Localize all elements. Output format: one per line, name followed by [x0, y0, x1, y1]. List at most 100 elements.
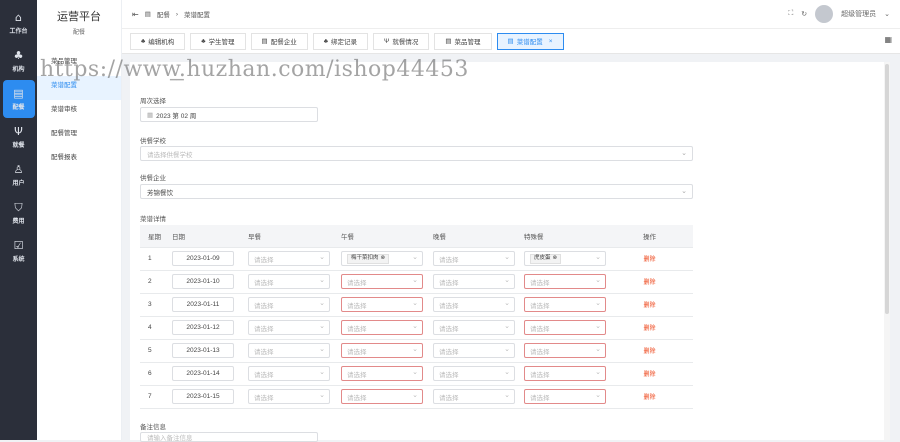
meal-select[interactable]: 请选择 ⌄ — [341, 343, 423, 358]
remark-input[interactable]: 请输入备注信息 — [140, 432, 318, 442]
watermark-text: https://www.huzhan.com/ishop44453 — [40, 57, 469, 82]
chevron-down-icon: ⌄ — [595, 392, 601, 399]
meal-select[interactable]: 请选择 ⌄ — [433, 274, 515, 289]
tab[interactable]: ▤ 配餐企业 — [250, 32, 308, 50]
delete-button[interactable]: 删除 — [643, 303, 655, 309]
rail-item[interactable]: ☑ 系统 — [0, 232, 37, 270]
grid-icon[interactable]: ▦ — [884, 35, 892, 44]
rail-item[interactable]: ⛉ 费用 — [0, 194, 37, 232]
date-value: 2023-01-10 — [186, 278, 220, 285]
meal-select[interactable]: 请选择 ⌄ — [524, 320, 606, 335]
detail-label: 菜谱详情 — [140, 216, 166, 223]
date-input[interactable]: 2023-01-09 — [172, 251, 234, 266]
meal-select[interactable]: 梅干菜扣肉 ⊗ ⌄ — [341, 251, 423, 266]
meal-select[interactable]: 请选择 ⌄ — [524, 297, 606, 312]
meal-select[interactable]: 请选择 ⌄ — [524, 343, 606, 358]
meal-select[interactable]: 请选择 ⌄ — [524, 274, 606, 289]
close-icon[interactable]: ⊗ — [381, 254, 386, 263]
sidebar-item[interactable]: 配餐管理 — [37, 124, 121, 148]
tab[interactable]: ▤ 菜谱配置 × — [496, 32, 564, 50]
collapse-icon[interactable]: ⇤ — [132, 10, 139, 19]
meal-select[interactable]: 请选择 ⌄ — [433, 366, 515, 381]
delete-button[interactable]: 删除 — [643, 257, 655, 263]
meal-select[interactable]: 请选择 ⌄ — [248, 366, 330, 381]
date-input[interactable]: 2023-01-11 — [172, 297, 234, 312]
week-picker[interactable]: ▦ 2023 第 02 周 — [140, 107, 318, 122]
school-select[interactable]: 请选择供餐学校 ⌄ — [140, 146, 693, 161]
meal-select[interactable]: 请选择 ⌄ — [248, 251, 330, 266]
meal-select[interactable]: 请选择 ⌄ — [248, 297, 330, 312]
close-icon[interactable]: ⊗ — [553, 254, 558, 263]
rail-item[interactable]: ♣ 机构 — [0, 42, 37, 80]
tab[interactable]: Ψ 就餐情况 — [372, 32, 430, 50]
delete-button[interactable]: 删除 — [643, 349, 655, 355]
meal-select[interactable]: 请选择 ⌄ — [341, 366, 423, 381]
main-panel: ▁▁ 周次选择 ▦ 2023 第 02 周 供餐学校 请选择供餐学校 ⌄ 供餐企… — [130, 62, 890, 442]
meal-select[interactable]: 请选择 ⌄ — [524, 389, 606, 404]
breadcrumb-item[interactable]: 配餐 — [157, 9, 170, 19]
day-cell: 1 — [140, 247, 164, 271]
close-icon[interactable]: × — [549, 38, 553, 45]
chevron-down-icon: ⌄ — [412, 369, 418, 376]
topbar-actions: ⛶ ↻ 超级管理员 ⌄ — [788, 5, 890, 23]
tab[interactable]: ♣ 绑定记录 — [312, 32, 368, 50]
scrollbar[interactable] — [884, 62, 890, 440]
header-breakfast: 早餐 — [240, 225, 333, 248]
rail-item[interactable]: Ψ 就餐 — [0, 118, 37, 156]
company-select[interactable]: 芳锦餐饮 ⌄ — [140, 184, 693, 199]
meal-select[interactable]: 请选择 ⌄ — [341, 274, 423, 289]
refresh-icon[interactable]: ↻ — [801, 10, 807, 18]
meal-select[interactable]: 请选择 ⌄ — [433, 389, 515, 404]
fullscreen-icon[interactable]: ⛶ — [788, 10, 793, 18]
meal-select[interactable]: 请选择 ⌄ — [248, 343, 330, 358]
tag: 虎皮蛋 ⊗ — [530, 253, 562, 264]
date-input[interactable]: 2023-01-13 — [172, 343, 234, 358]
date-input[interactable]: 2023-01-12 — [172, 320, 234, 335]
table-row: 3 2023-01-11 请选择 ⌄ 请选择 ⌄ 请选择 ⌄ 请选择 ⌄ 删除 — [140, 293, 693, 317]
shield-icon: ⛉ — [14, 200, 23, 214]
delete-button[interactable]: 删除 — [643, 372, 655, 378]
rail-label: 费用 — [12, 218, 25, 225]
avatar[interactable] — [815, 5, 834, 23]
scrollbar-thumb[interactable] — [885, 64, 889, 314]
meal-select[interactable]: 请选择 ⌄ — [341, 297, 423, 312]
select-placeholder: 请选择 — [439, 302, 459, 310]
meal-select[interactable]: 请选择 ⌄ — [248, 274, 330, 289]
meal-select[interactable]: 请选择 ⌄ — [433, 343, 515, 358]
rail-item[interactable]: ♙ 用户 — [0, 156, 37, 194]
chevron-down-icon: ⌄ — [504, 254, 510, 261]
day-cell: 6 — [140, 362, 164, 386]
meal-select[interactable]: 请选择 ⌄ — [433, 320, 515, 335]
tab[interactable]: ▤ 菜品管理 — [434, 32, 492, 50]
chevron-down-icon[interactable]: ⌄ — [884, 10, 890, 18]
rail-item[interactable]: ▤ 配餐 — [2, 80, 35, 118]
meal-select[interactable]: 请选择 ⌄ — [248, 389, 330, 404]
meal-select[interactable]: 请选择 ⌄ — [341, 320, 423, 335]
delete-button[interactable]: 删除 — [643, 326, 655, 332]
delete-button[interactable]: 删除 — [643, 395, 655, 401]
delete-button[interactable]: 删除 — [643, 280, 655, 286]
meal-select[interactable]: 请选择 ⌄ — [433, 251, 515, 266]
meal-select[interactable]: 虎皮蛋 ⊗ ⌄ — [524, 251, 606, 266]
date-input[interactable]: 2023-01-10 — [172, 274, 234, 289]
chevron-down-icon: ⌄ — [412, 392, 418, 399]
meal-select[interactable]: 请选择 ⌄ — [524, 366, 606, 381]
rail-item[interactable]: ⌂ 工作台 — [0, 4, 37, 42]
meal-select[interactable]: 请选择 ⌄ — [433, 297, 515, 312]
chevron-down-icon: ⌄ — [504, 277, 510, 284]
sidebar-item[interactable]: 菜谱审核 — [37, 100, 121, 124]
org-icon: ♣ — [141, 37, 146, 45]
tab[interactable]: ♣ 学生管理 — [190, 32, 246, 50]
meal-select[interactable]: 请选择 ⌄ — [341, 389, 423, 404]
sidebar-item[interactable]: 配餐报表 — [37, 148, 121, 172]
select-placeholder: 请选择 — [439, 279, 459, 287]
rail-label: 工作台 — [9, 28, 28, 35]
date-value: 2023-01-13 — [186, 347, 220, 354]
org-icon: ♣ — [201, 37, 206, 45]
date-input[interactable]: 2023-01-15 — [172, 389, 234, 404]
meal-select[interactable]: 请选择 ⌄ — [248, 320, 330, 335]
tab[interactable]: ♣ 编辑机构 — [130, 32, 186, 50]
week-value: 2023 第 02 周 — [156, 112, 197, 120]
date-input[interactable]: 2023-01-14 — [172, 366, 234, 381]
user-name[interactable]: 超级管理员 — [841, 9, 876, 19]
